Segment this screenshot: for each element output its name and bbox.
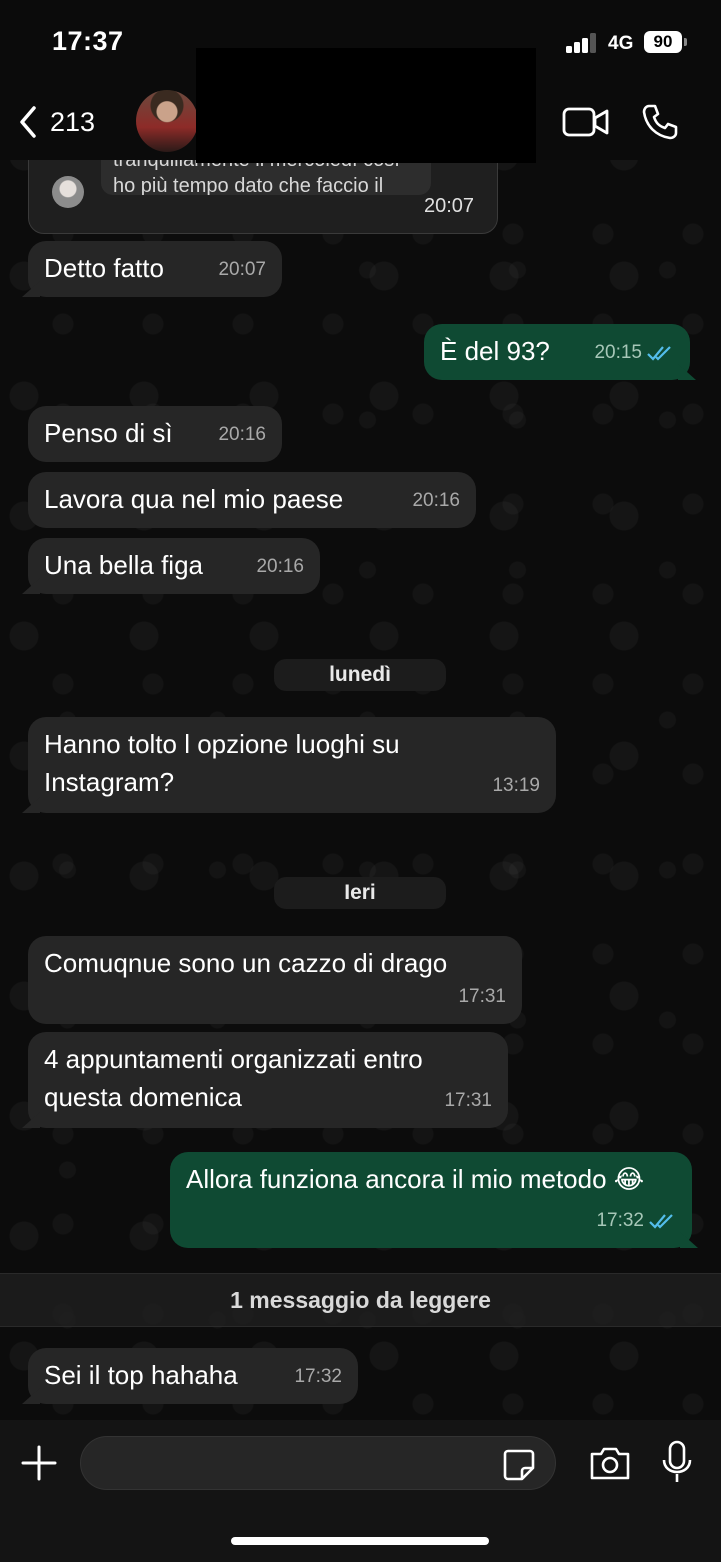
home-indicator[interactable] [231, 1537, 489, 1545]
contact-avatar[interactable] [136, 90, 198, 152]
read-receipt-icon [647, 346, 671, 361]
message-time: 17:31 [444, 1090, 492, 1111]
message-composer [0, 1420, 721, 1562]
message-bubble-incoming[interactable]: 4 appuntamenti organizzati entro questa … [22, 1032, 508, 1128]
chat-header: 213 [0, 48, 721, 163]
unread-messages-banner: 1 messaggio da leggere [0, 1273, 721, 1327]
message-time: 20:16 [218, 424, 266, 445]
message-time: 20:16 [412, 490, 460, 511]
unread-chats-count: 213 [50, 106, 96, 137]
message-time: 20:15 [594, 334, 674, 372]
back-button[interactable]: 213 [14, 100, 95, 144]
message-text: Comuqnue sono un cazzo di drago [44, 948, 448, 978]
message-bubble-outgoing[interactable]: Allora funziona ancora il mio metodo 😂 1… [170, 1152, 698, 1248]
message-bubble-incoming[interactable]: Penso di sì 20:16 [28, 406, 282, 462]
message-text: Penso di sì [44, 418, 173, 448]
message-text: Allora funziona ancora il mio metodo 😂 [186, 1164, 645, 1194]
message-text: Sei il top hahaha [44, 1360, 238, 1390]
date-separator: lunedì [274, 659, 446, 691]
message-text: Hanno tolto l opzione luoghi su Instagra… [44, 729, 400, 797]
battery-tip [684, 38, 687, 46]
quoted-sender-avatar [52, 176, 84, 208]
message-time: 20:16 [256, 556, 304, 577]
message-time: 20:07 [218, 259, 266, 280]
message-bubble-incoming[interactable]: Una bella figa 20:16 [22, 538, 320, 594]
quoted-message-time: 20:07 [424, 195, 475, 217]
cellular-signal-icon [566, 33, 600, 53]
plus-icon[interactable] [20, 1444, 58, 1482]
message-text: Lavora qua nel mio paese [44, 484, 344, 514]
message-bubble-incoming[interactable]: Sei il top hahaha 17:32 [22, 1348, 358, 1404]
read-receipt-icon [649, 1214, 673, 1229]
message-bubble-incoming[interactable]: Lavora qua nel mio paese 20:16 [28, 472, 476, 528]
phone-call-icon[interactable] [640, 102, 680, 142]
sticker-icon[interactable] [502, 1448, 536, 1482]
message-text: Una bella figa [44, 550, 203, 580]
message-time: 17:32 [294, 1366, 342, 1387]
status-time: 17:37 [52, 26, 124, 56]
redacted-contact-name [196, 48, 536, 163]
message-time: 17:31 [458, 986, 506, 1007]
message-bubble-incoming[interactable]: Comuqnue sono un cazzo di drago 17:31 [28, 936, 522, 1024]
message-bubble-incoming[interactable]: Hanno tolto l opzione luoghi su Instagra… [22, 717, 556, 813]
network-type: 4G [608, 33, 634, 54]
date-separator: Ieri [274, 877, 446, 909]
message-bubble-outgoing[interactable]: È del 93? 20:15 [424, 324, 696, 380]
video-call-icon[interactable] [562, 104, 610, 140]
battery-level: 90 [644, 31, 682, 53]
message-text: È del 93? [440, 336, 550, 366]
chevron-left-icon [20, 106, 36, 138]
message-time: 13:19 [492, 775, 540, 796]
camera-icon[interactable] [588, 1444, 632, 1482]
microphone-icon[interactable] [660, 1440, 694, 1484]
message-text: 4 appuntamenti organizzati entro questa … [44, 1044, 423, 1112]
message-time: 17:32 [596, 1202, 676, 1240]
message-text: Detto fatto [44, 253, 164, 283]
message-bubble-incoming[interactable]: Detto fatto 20:07 [22, 241, 282, 297]
message-input[interactable] [80, 1436, 556, 1490]
